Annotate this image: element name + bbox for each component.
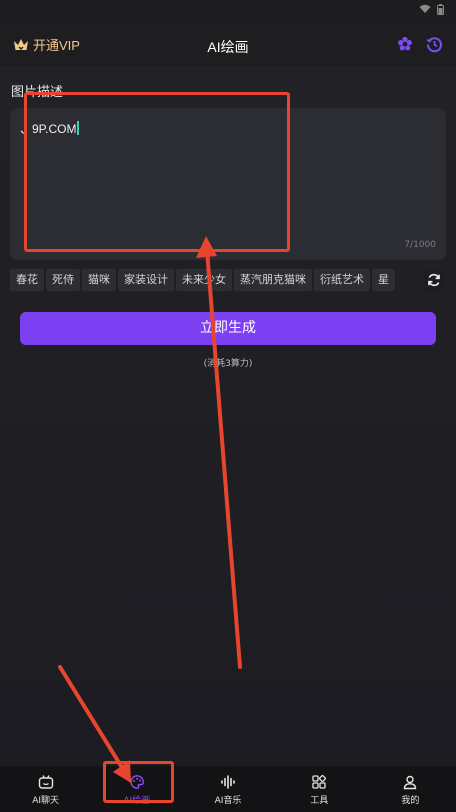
annotation-arrows [58,236,242,783]
